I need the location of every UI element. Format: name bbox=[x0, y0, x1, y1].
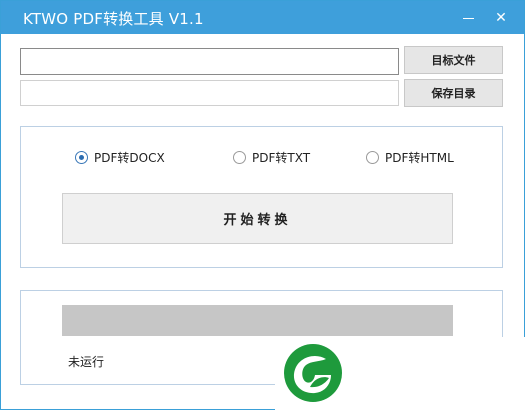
radio-label: PDF转DOCX bbox=[94, 150, 165, 165]
window-title: KTWO PDF转换工具 V1.1 bbox=[23, 10, 204, 28]
close-icon: ✕ bbox=[495, 9, 507, 26]
green-leaf-logo-icon bbox=[284, 344, 342, 402]
radio-circle bbox=[75, 150, 88, 164]
close-button[interactable]: ✕ bbox=[486, 1, 516, 34]
minimize-icon bbox=[462, 18, 474, 19]
radio-label: PDF转TXT bbox=[252, 150, 311, 165]
radio-label: PDF转HTML bbox=[385, 150, 454, 165]
target-file-button[interactable]: 目标文件 bbox=[404, 46, 503, 74]
status-text: 未运行 bbox=[68, 355, 105, 369]
target-file-field[interactable] bbox=[20, 48, 399, 75]
progress-bar bbox=[62, 305, 453, 336]
save-dir-button[interactable]: 保存目录 bbox=[404, 79, 503, 107]
radio-pdf-to-txt[interactable]: PDF转TXT bbox=[233, 149, 310, 165]
title-bar: KTWO PDF转换工具 V1.1 ✕ bbox=[1, 1, 524, 34]
radio-pdf-to-docx[interactable]: PDF转DOCX bbox=[75, 149, 165, 165]
save-dir-field[interactable] bbox=[20, 80, 399, 106]
minimize-button[interactable] bbox=[453, 1, 483, 34]
radio-circle bbox=[233, 150, 246, 164]
target-file-input[interactable] bbox=[21, 49, 398, 74]
radio-circle bbox=[366, 150, 379, 164]
radio-pdf-to-html[interactable]: PDF转HTML bbox=[366, 149, 454, 165]
start-convert-button[interactable]: 开始转换 bbox=[62, 193, 453, 244]
save-dir-input[interactable] bbox=[21, 81, 398, 105]
